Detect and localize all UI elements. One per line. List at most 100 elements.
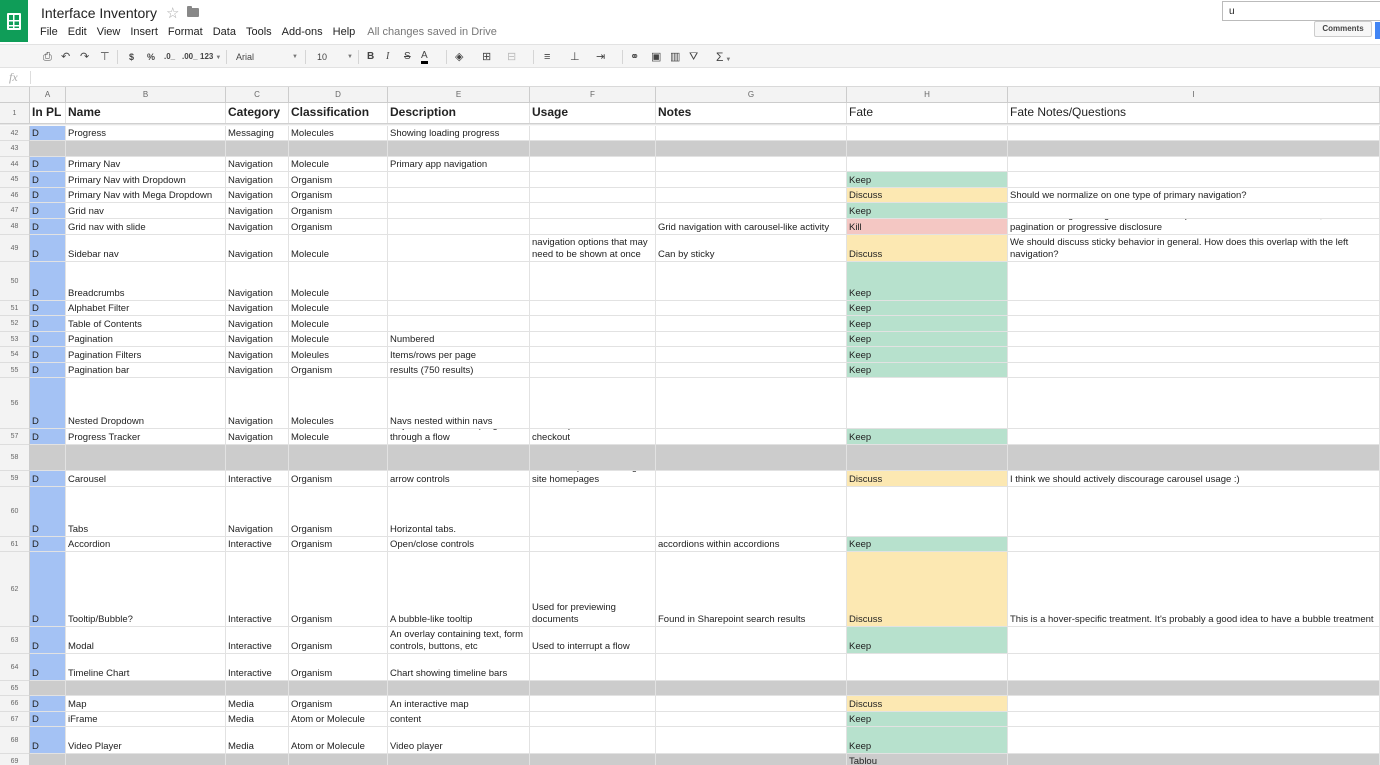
cell-h[interactable]: Keep bbox=[847, 347, 1008, 363]
cell-b[interactable]: Tooltip/Bubble? bbox=[66, 552, 226, 627]
cell-h[interactable]: Keep bbox=[847, 332, 1008, 347]
cell-a[interactable]: D bbox=[30, 696, 66, 712]
cell-d[interactable]: Organism bbox=[289, 219, 388, 235]
cell-b[interactable]: Progress Tracker bbox=[66, 429, 226, 445]
cell-e[interactable]: Navs nested within navs bbox=[388, 378, 530, 429]
header-cell-fate-notes-questions[interactable]: Fate Notes/Questions bbox=[1008, 103, 1380, 124]
cell-b[interactable]: Pagination bbox=[66, 332, 226, 347]
cell-g[interactable] bbox=[656, 332, 847, 347]
cell-e[interactable]: A bubble-like tooltip bbox=[388, 552, 530, 627]
cell-d[interactable]: Organism bbox=[289, 363, 388, 378]
header-cell-usage[interactable]: Usage bbox=[530, 103, 656, 124]
cell-d[interactable]: Organism bbox=[289, 471, 388, 487]
insert-comment-icon[interactable]: ▣ bbox=[651, 50, 661, 64]
cell-h[interactable] bbox=[847, 378, 1008, 429]
row-number[interactable]: 50 bbox=[0, 262, 30, 301]
cell-i[interactable] bbox=[1008, 332, 1380, 347]
cell-d[interactable]: Organism bbox=[289, 654, 388, 681]
cell-i[interactable] bbox=[1008, 262, 1380, 301]
cell-a[interactable]: D bbox=[30, 332, 66, 347]
sheets-logo-icon[interactable] bbox=[0, 0, 28, 42]
cell-e[interactable]: Numbered bbox=[388, 332, 530, 347]
cell-h[interactable] bbox=[847, 141, 1008, 157]
cell-h[interactable] bbox=[847, 681, 1008, 696]
cell-d[interactable]: Organism bbox=[289, 172, 388, 188]
header-cell-in-pl[interactable]: In PL bbox=[30, 103, 66, 124]
cell-c[interactable]: Navigation bbox=[226, 347, 289, 363]
cell-h[interactable]: Keep bbox=[847, 363, 1008, 378]
cell-g[interactable] bbox=[656, 172, 847, 188]
cell-a[interactable]: D bbox=[30, 537, 66, 552]
cell-b[interactable]: iFrame bbox=[66, 712, 226, 727]
merge-cells-icon[interactable]: ⊟ bbox=[507, 50, 516, 64]
filter-icon[interactable]: ⛛ bbox=[689, 50, 698, 64]
cell-a[interactable]: D bbox=[30, 347, 66, 363]
cell-i[interactable]: Should we normalize on one type of prima… bbox=[1008, 188, 1380, 203]
functions-button[interactable]: Σ ▼ bbox=[716, 50, 731, 64]
row-number[interactable]: 46 bbox=[0, 188, 30, 203]
borders-icon[interactable]: ⊞ bbox=[482, 50, 491, 64]
cell-a[interactable]: D bbox=[30, 126, 66, 141]
row-number[interactable]: 52 bbox=[0, 316, 30, 332]
vertical-align-icon[interactable]: ⊥ bbox=[570, 50, 580, 64]
row-number[interactable]: 61 bbox=[0, 537, 30, 552]
cell-b[interactable]: Carousel bbox=[66, 471, 226, 487]
header-cell-fate[interactable]: Fate bbox=[847, 103, 1008, 124]
cell-f[interactable] bbox=[530, 203, 656, 219]
cell-g[interactable] bbox=[656, 203, 847, 219]
cell-d[interactable]: Organism bbox=[289, 537, 388, 552]
comments-button[interactable]: Comments bbox=[1314, 21, 1372, 37]
cell-c[interactable]: Navigation bbox=[226, 188, 289, 203]
row-number[interactable]: 58 bbox=[0, 445, 30, 471]
cell-e[interactable]: A sliding panel component containing hea… bbox=[388, 471, 530, 487]
cell-c[interactable]: Media bbox=[226, 712, 289, 727]
cell-b[interactable]: Tabs bbox=[66, 487, 226, 537]
cell-g[interactable] bbox=[656, 471, 847, 487]
print-icon[interactable]: ⎙ bbox=[43, 50, 52, 64]
cell-d[interactable]: Molecule bbox=[289, 262, 388, 301]
cell-c[interactable]: Navigation bbox=[226, 203, 289, 219]
cell-e[interactable] bbox=[388, 141, 530, 157]
row-number[interactable]: 55 bbox=[0, 363, 30, 378]
header-cell-category[interactable]: Category bbox=[226, 103, 289, 124]
menu-help[interactable]: Help bbox=[333, 26, 356, 38]
cell-g[interactable]: Can by sticky bbox=[656, 235, 847, 262]
bold-button[interactable]: B bbox=[367, 50, 374, 64]
cell-h[interactable]: Discuss bbox=[847, 696, 1008, 712]
cell-c[interactable]: Navigation bbox=[226, 157, 289, 172]
cell-d[interactable] bbox=[289, 141, 388, 157]
row-number[interactable]: 44 bbox=[0, 157, 30, 172]
cell-b[interactable]: Video Player bbox=[66, 727, 226, 754]
share-button-edge[interactable] bbox=[1375, 22, 1380, 39]
increase-decimal-button[interactable]: .00_ bbox=[182, 50, 198, 64]
cell-i[interactable] bbox=[1008, 363, 1380, 378]
cell-d[interactable]: Organism bbox=[289, 627, 388, 654]
cell-i[interactable] bbox=[1008, 203, 1380, 219]
cell-f[interactable] bbox=[530, 347, 656, 363]
cell-g[interactable]: Found in Sharepoint search results bbox=[656, 552, 847, 627]
cell-g[interactable] bbox=[656, 681, 847, 696]
cell-g[interactable] bbox=[656, 316, 847, 332]
cell-g[interactable] bbox=[656, 347, 847, 363]
italic-button[interactable]: I bbox=[386, 50, 389, 64]
cell-d[interactable]: Organism bbox=[289, 203, 388, 219]
cell-f[interactable] bbox=[530, 681, 656, 696]
cell-a[interactable]: D bbox=[30, 203, 66, 219]
cell-e[interactable]: Video player bbox=[388, 727, 530, 754]
cell-h[interactable]: Discuss bbox=[847, 552, 1008, 627]
cell-a[interactable] bbox=[30, 141, 66, 157]
cell-d[interactable]: Moleules bbox=[289, 347, 388, 363]
cell-i[interactable] bbox=[1008, 429, 1380, 445]
cell-e[interactable] bbox=[388, 754, 530, 765]
cell-e[interactable] bbox=[388, 203, 530, 219]
menu-format[interactable]: Format bbox=[168, 26, 203, 38]
cell-f[interactable]: Used for previewing documents bbox=[530, 552, 656, 627]
cell-g[interactable] bbox=[656, 727, 847, 754]
column-header-i[interactable]: I bbox=[1008, 87, 1380, 103]
menu-file[interactable]: File bbox=[40, 26, 58, 38]
cell-h[interactable]: Discuss bbox=[847, 188, 1008, 203]
row-number[interactable]: 43 bbox=[0, 141, 30, 157]
cell-a[interactable]: D bbox=[30, 654, 66, 681]
cell-b[interactable]: Primary Nav bbox=[66, 157, 226, 172]
insert-chart-icon[interactable]: ▥ bbox=[670, 50, 680, 64]
